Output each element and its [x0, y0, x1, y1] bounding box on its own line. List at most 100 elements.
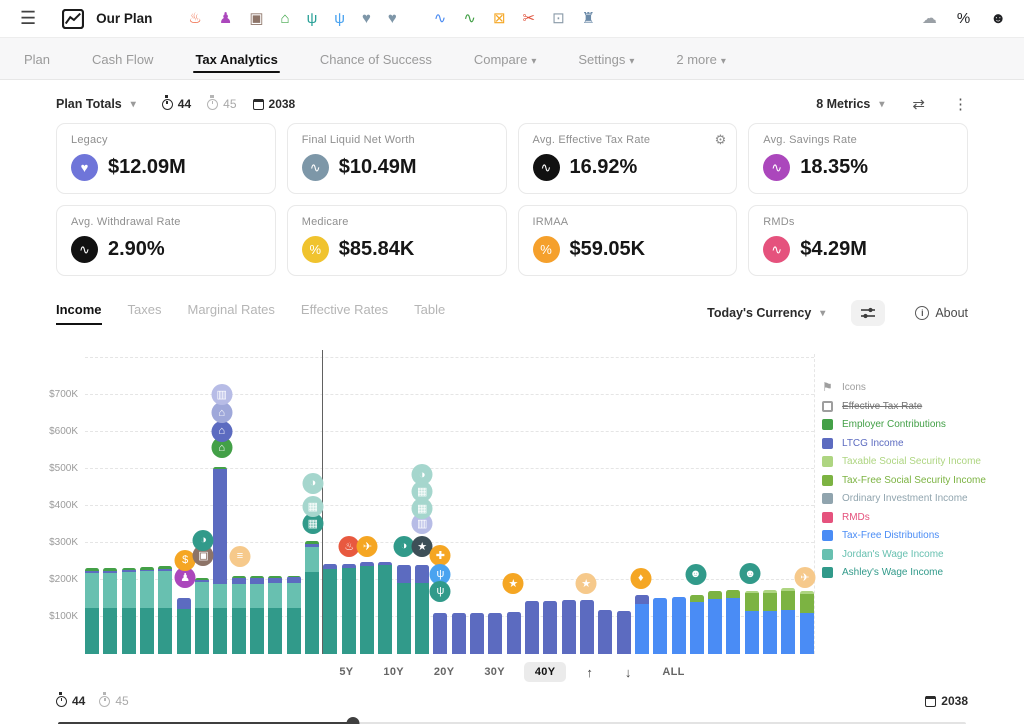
metric-card-rmds[interactable]: RMDs∿$4.29M — [748, 205, 968, 276]
legend-item-icons[interactable]: ⚑Icons — [822, 382, 1022, 393]
chart-bar-26[interactable] — [543, 601, 557, 654]
range-button-30y[interactable]: 30Y — [473, 662, 515, 682]
monitor-icon[interactable]: ⊡ — [552, 11, 565, 26]
chart-bar-19[interactable] — [415, 565, 429, 654]
chart-bar-21[interactable] — [452, 613, 466, 654]
scissors-icon[interactable]: ✂ — [523, 11, 536, 26]
filter-settings-button[interactable] — [851, 300, 885, 326]
chart-bar-17[interactable] — [378, 562, 392, 654]
tab-chance-of-success[interactable]: Chance of Success — [308, 40, 444, 77]
tab-tax-analytics[interactable]: Tax Analytics — [183, 40, 289, 77]
metric-card-avg-effective-tax-rate[interactable]: Avg. Effective Tax Rate⚙∿16.92% — [518, 123, 738, 194]
tab-cash-flow[interactable]: Cash Flow — [80, 40, 165, 77]
metrics-select[interactable]: 8 Metrics ▾ — [816, 97, 884, 111]
chart-bar-37[interactable] — [745, 591, 759, 654]
kebab-menu-icon[interactable]: ⋮ — [953, 95, 968, 113]
chart-bar-33[interactable] — [672, 597, 686, 654]
building-marker-2[interactable]: ▦ — [302, 496, 323, 517]
legend-item-tax-free-social-security-income[interactable]: Tax-Free Social Security Income — [822, 475, 1022, 486]
chart-bar-25[interactable] — [525, 601, 539, 654]
bank-icon[interactable]: ♜ — [582, 11, 595, 26]
range-button-20y[interactable]: 20Y — [423, 662, 465, 682]
range-button-10y[interactable]: 10Y — [372, 662, 414, 682]
scope-select[interactable]: Plan Totals ▾ — [56, 97, 136, 111]
chart-bar-2[interactable] — [103, 568, 117, 654]
shift-down-button[interactable]: ↓ — [613, 663, 644, 682]
timeline-slider[interactable] — [56, 716, 968, 724]
metric-card-medicare[interactable]: Medicare%$85.84K — [287, 205, 507, 276]
chart-bar-29[interactable] — [598, 610, 612, 654]
chart-bar-14[interactable] — [323, 564, 337, 654]
percent-toggle-icon[interactable]: % — [957, 11, 970, 26]
metric-card-final-liquid-net-worth[interactable]: Final Liquid Net Worth∿$10.49M — [287, 123, 507, 194]
chart-bar-4[interactable] — [140, 567, 154, 654]
chart-bar-5[interactable] — [158, 566, 172, 654]
chart-bar-31[interactable] — [635, 595, 649, 654]
legend-item-ltcg-income[interactable]: LTCG Income — [822, 438, 1022, 449]
metric-card-avg-withdrawal-rate[interactable]: Avg. Withdrawal Rate∿2.90% — [56, 205, 276, 276]
chart-bar-3[interactable] — [122, 568, 136, 654]
metric-card-legacy[interactable]: Legacy♥$12.09M — [56, 123, 276, 194]
legend-item-jordan-s-wage-income[interactable]: Jordan's Wage Income — [822, 549, 1022, 560]
pie-marker-2[interactable]: ◑ — [302, 473, 323, 494]
legend-item-taxable-social-security-income[interactable]: Taxable Social Security Income — [822, 456, 1022, 467]
chart-bar-12[interactable] — [287, 576, 301, 654]
chart-bar-10[interactable] — [250, 576, 264, 654]
heart-health-icon-2[interactable]: ♥ — [388, 11, 397, 26]
swap-arrows-icon[interactable]: ⇄ — [912, 95, 925, 113]
about-button[interactable]: i About — [915, 306, 968, 320]
chart-bar-30[interactable] — [617, 611, 631, 654]
graduation-marker-3[interactable]: ★ — [576, 573, 597, 594]
plane-marker-2[interactable]: ✈ — [794, 567, 815, 588]
tab-compare[interactable]: Compare▾ — [462, 40, 549, 77]
range-button-5y[interactable]: 5Y — [328, 662, 364, 682]
chart-bar-35[interactable] — [708, 591, 722, 654]
chart-bar-1[interactable] — [85, 568, 99, 654]
currency-select[interactable]: Today's Currency ▾ — [707, 306, 825, 320]
chart-bar-27[interactable] — [562, 600, 576, 654]
chart-bar-13[interactable] — [305, 541, 319, 654]
legend-item-rmds[interactable]: RMDs — [822, 512, 1022, 523]
chart-bar-36[interactable] — [726, 590, 740, 654]
chart-bar-6[interactable] — [177, 598, 191, 654]
plane-marker[interactable]: ✈ — [357, 536, 378, 557]
tab-2-more[interactable]: 2 more▾ — [664, 40, 738, 77]
chart-pulse-icon-green[interactable]: ∿ — [463, 11, 476, 26]
chart-bar-32[interactable] — [653, 598, 667, 654]
legend-item-employer-contributions[interactable]: Employer Contributions — [822, 419, 1022, 430]
palm-marker-teal[interactable]: ψ — [430, 581, 451, 602]
metric-card-avg-savings-rate[interactable]: Avg. Savings Rate∿18.35% — [748, 123, 968, 194]
face-marker-2[interactable]: ☻ — [740, 563, 761, 584]
chart-bar-11[interactable] — [268, 576, 282, 654]
briefcase-icon[interactable]: ▣ — [249, 11, 263, 26]
briefcase-plus-marker[interactable]: ✚ — [430, 545, 451, 566]
heart-health-icon[interactable]: ♥ — [362, 11, 371, 26]
chart-bar-20[interactable] — [433, 613, 447, 654]
pie-marker-4[interactable]: ◑ — [412, 464, 433, 485]
face-marker[interactable]: ☻ — [685, 564, 706, 585]
chart-bar-38[interactable] — [763, 590, 777, 654]
gem-marker[interactable]: ♦ — [630, 568, 651, 589]
chart-bar-40[interactable] — [800, 591, 814, 654]
chart-bar-8[interactable] — [213, 467, 227, 654]
cloud-sync-icon[interactable]: ☁ — [922, 11, 937, 26]
chart-tab-effective-rates[interactable]: Effective Rates — [301, 302, 388, 325]
layers-marker[interactable]: ≡ — [229, 546, 250, 567]
tab-plan[interactable]: Plan — [12, 40, 62, 77]
chart-bar-22[interactable] — [470, 613, 484, 654]
chart-bar-16[interactable] — [360, 562, 374, 654]
chart-bar-15[interactable] — [342, 564, 356, 654]
range-button-all[interactable]: ALL — [651, 662, 695, 682]
metric-card-irmaa[interactable]: IRMAA%$59.05K — [518, 205, 738, 276]
chart-bar-28[interactable] — [580, 600, 594, 654]
chart-tab-table[interactable]: Table — [414, 302, 445, 325]
chart-bar-18[interactable] — [397, 565, 411, 654]
legend-item-effective-tax-rate[interactable]: Effective Tax Rate — [822, 401, 1022, 412]
chart-tab-income[interactable]: Income — [56, 302, 102, 325]
range-button-40y[interactable]: 40Y — [524, 662, 566, 682]
chart-bar-24[interactable] — [507, 612, 521, 654]
legend-item-tax-free-distributions[interactable]: Tax-Free Distributions — [822, 530, 1022, 541]
home-search-icon[interactable]: ⌂ — [281, 11, 290, 26]
pie-marker[interactable]: ◑ — [193, 530, 214, 551]
chart-bar-7[interactable] — [195, 578, 209, 654]
